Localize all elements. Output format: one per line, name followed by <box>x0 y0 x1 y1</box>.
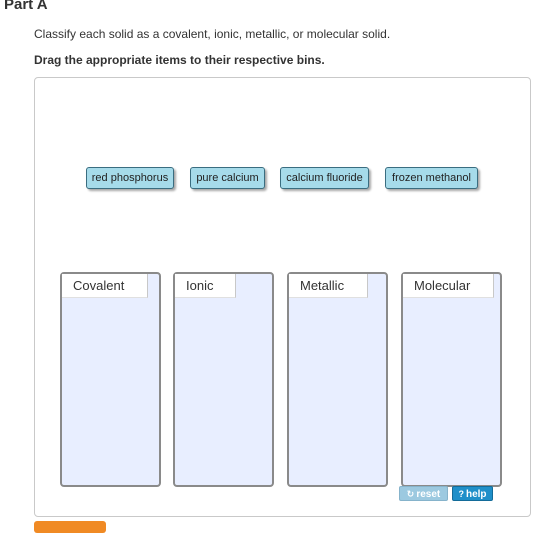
draggable-item-red-phosphorus[interactable]: red phosphorus <box>86 167 174 189</box>
draggable-item-calcium-fluoride[interactable]: calcium fluoride <box>280 167 369 189</box>
bin-label-ionic: Ionic <box>175 274 236 298</box>
bin-label-metallic: Metallic <box>289 274 368 298</box>
refresh-icon: ↻ <box>406 489 415 499</box>
draggable-item-pure-calcium[interactable]: pure calcium <box>190 167 265 189</box>
reset-button[interactable]: ↻ reset <box>399 486 448 501</box>
question-instruction: Classify each solid as a covalent, ionic… <box>34 27 391 41</box>
bin-ionic[interactable]: Ionic <box>173 272 274 487</box>
question-icon: ? <box>458 489 464 499</box>
part-title: Part A <box>4 0 48 13</box>
bin-label-molecular: Molecular <box>403 274 494 298</box>
bin-metallic[interactable]: Metallic <box>287 272 388 487</box>
bin-covalent[interactable]: Covalent <box>60 272 161 487</box>
submit-button[interactable] <box>34 521 106 533</box>
reset-button-label: reset <box>416 489 441 500</box>
bin-label-covalent: Covalent <box>62 274 148 298</box>
help-button[interactable]: ? help <box>452 486 493 501</box>
draggable-item-frozen-methanol[interactable]: frozen methanol <box>385 167 478 189</box>
bin-molecular[interactable]: Molecular <box>401 272 502 487</box>
drag-instruction: Drag the appropriate items to their resp… <box>34 53 325 67</box>
help-button-label: help <box>465 489 487 500</box>
